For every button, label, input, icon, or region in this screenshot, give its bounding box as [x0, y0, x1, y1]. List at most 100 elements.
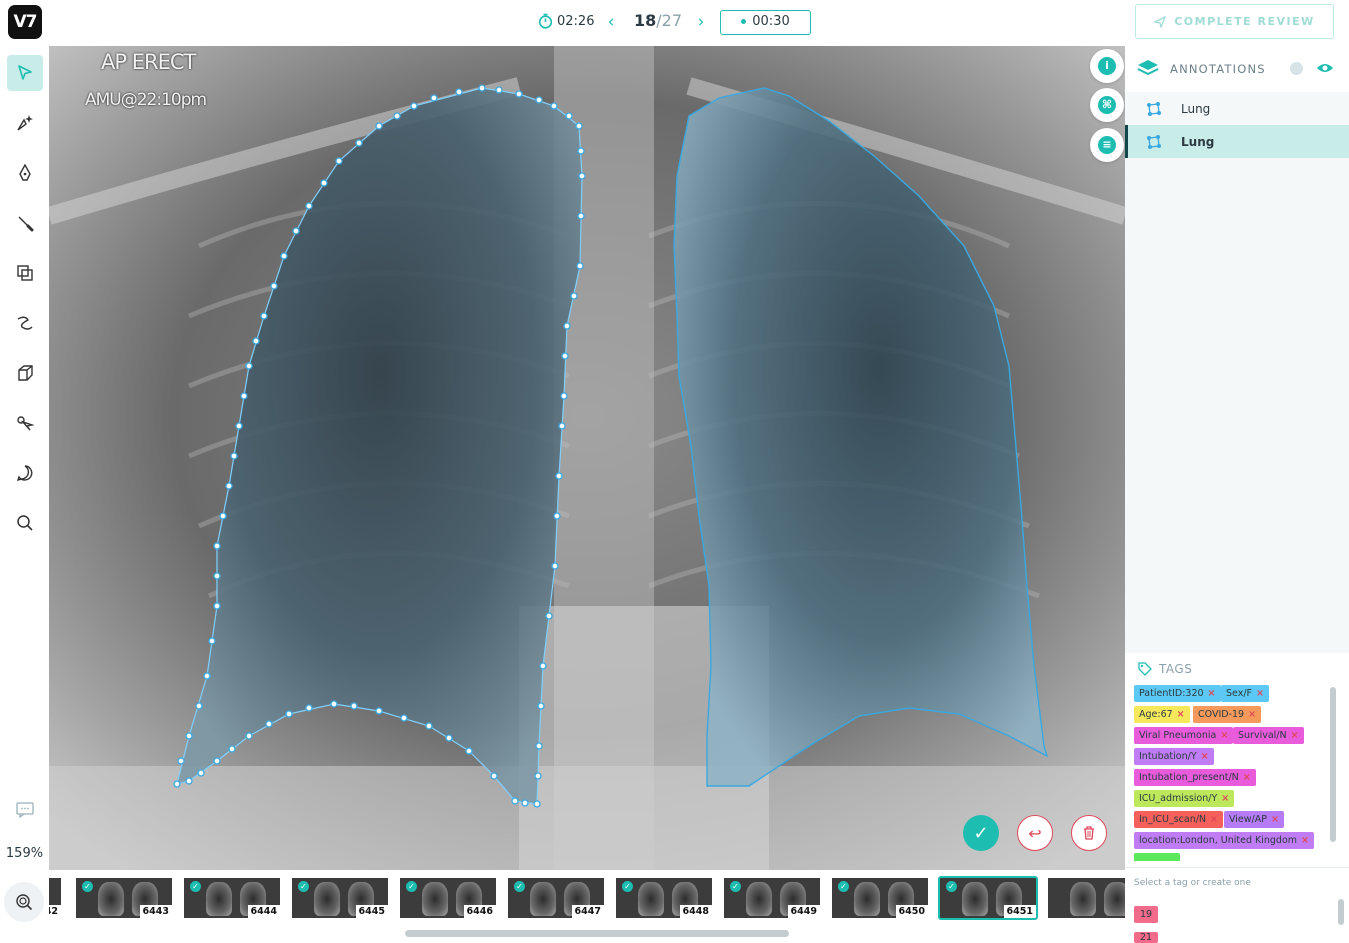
chat-icon [16, 802, 34, 818]
thumbnail-image [962, 882, 988, 916]
elapsed-time: 02:26 [557, 13, 595, 29]
status-dot[interactable] [1290, 62, 1303, 75]
annotations-panel: ANNOTATIONS Lung Lung TAGS PatientID:320… [1125, 46, 1349, 943]
eye-icon[interactable] [1316, 62, 1334, 74]
remove-tag-icon[interactable]: × [1210, 814, 1218, 825]
ellipse-tool[interactable] [7, 455, 43, 491]
tag-chip[interactable]: Age:67 × [1134, 706, 1190, 723]
annotation-item[interactable]: Lung [1125, 92, 1349, 125]
tag-label: Viral Pneumonia [1139, 730, 1217, 741]
thumbnail[interactable]: ✓ 6446 [400, 878, 496, 918]
thumbnail-number: 6449 [787, 905, 820, 918]
remove-tag-icon[interactable]: × [1220, 730, 1228, 741]
brush-tool[interactable] [7, 205, 43, 241]
reject-button[interactable]: ↩ [1017, 815, 1053, 851]
tag-chip-partial[interactable] [1134, 853, 1180, 861]
countdown-time: 00:30 [752, 14, 790, 29]
thumbnail[interactable]: ✓ 6449 [724, 878, 820, 918]
annotation-item-selected[interactable]: Lung [1125, 125, 1349, 158]
tag-chip[interactable]: View/AP × [1224, 811, 1284, 828]
tag-label: Sex/F [1226, 688, 1252, 699]
tag-chip[interactable]: Sex/F × [1221, 685, 1269, 702]
tag-chip[interactable]: COVID-19 × [1193, 706, 1262, 723]
done-check-icon: ✓ [82, 881, 93, 892]
thumbnail[interactable]: ✓ 6444 [184, 878, 280, 918]
next-image-button[interactable]: › [693, 12, 709, 32]
zoom-fit-button[interactable] [4, 882, 44, 922]
tag-chip[interactable]: ICU_admission/Y × [1134, 790, 1235, 807]
send-icon [1154, 15, 1167, 28]
complete-review-button[interactable]: COMPLETE REVIEW [1135, 4, 1334, 39]
comments-button[interactable] [7, 792, 43, 828]
done-check-icon: ✓ [406, 881, 417, 892]
tag-list: PatientID:320 × Sex/F × Age:67 × COVID-19 × … [1134, 685, 1326, 861]
tag-label: View/AP [1229, 814, 1267, 825]
thumbnail-selected[interactable]: ✓ 6451 [938, 876, 1038, 920]
keypoint-tool[interactable] [7, 405, 43, 441]
tag-label: ICU_admission/Y [1139, 793, 1218, 804]
shortcuts-panel-button[interactable]: ⌘ [1090, 88, 1124, 122]
command-icon: ⌘ [1098, 96, 1116, 114]
tag-suggestion[interactable]: 21 [1134, 932, 1159, 943]
tag-label: Intubation_present/N [1139, 772, 1239, 783]
remove-tag-icon[interactable]: × [1291, 730, 1299, 741]
tag-chip[interactable]: location:London, United Kingdom × [1134, 832, 1314, 849]
stopwatch-icon [538, 13, 553, 29]
remove-tag-icon[interactable]: × [1177, 709, 1185, 720]
remove-tag-icon[interactable]: × [1271, 814, 1279, 825]
remove-tag-icon[interactable]: × [1243, 772, 1251, 783]
remove-tag-icon[interactable]: × [1208, 688, 1216, 699]
tag-chip[interactable]: Survival/N × [1233, 727, 1304, 744]
done-check-icon: ✓ [622, 881, 633, 892]
polyline-tool[interactable] [7, 305, 43, 341]
remove-tag-icon[interactable]: × [1301, 835, 1309, 846]
tags-scrollbar[interactable] [1330, 687, 1336, 842]
delete-button[interactable] [1071, 815, 1107, 851]
settings-panel-button[interactable]: ≡ [1090, 128, 1124, 162]
search-icon [17, 515, 33, 531]
auto-annotate-tool[interactable] [7, 105, 43, 141]
remove-tag-icon[interactable]: × [1201, 751, 1209, 762]
cuboid-tool[interactable] [7, 355, 43, 391]
thumbnail[interactable]: ✓ 6445 [292, 878, 388, 918]
tags-header: TAGS [1138, 662, 1192, 676]
tags-title: TAGS [1159, 662, 1193, 676]
suggestions-scrollbar[interactable] [1338, 899, 1344, 925]
brush-icon [18, 216, 34, 232]
tag-chip[interactable]: Viral Pneumonia × [1134, 727, 1234, 744]
check-icon: ✓ [973, 822, 989, 844]
accept-button[interactable]: ✓ [963, 815, 999, 851]
bounding-box-tool[interactable] [7, 255, 43, 291]
thumbnail[interactable]: ✓ 6443 [76, 878, 172, 918]
tag-search-input[interactable]: Select a tag or create one [1134, 878, 1251, 888]
elapsed-timer: 02:26 [538, 13, 594, 29]
thumbnail[interactable] [1048, 878, 1125, 918]
info-panel-button[interactable]: i [1090, 49, 1124, 83]
countdown-dot [741, 19, 747, 24]
tag-chip[interactable]: Intubation_present/N × [1134, 769, 1256, 786]
filmstrip-scrollbar[interactable] [405, 930, 789, 937]
thumbnail[interactable]: ✓ 6447 [508, 878, 604, 918]
polygon-tool[interactable] [7, 155, 43, 191]
thumbnail-image [854, 882, 880, 916]
image-canvas[interactable]: AP ERECT AMU@22:10pm i ⌘ ≡ ✓ ↩ [49, 46, 1125, 870]
zoom-tool[interactable] [7, 505, 43, 541]
polygon-icon [1147, 135, 1161, 149]
tag-suggestion[interactable]: 19 [1134, 906, 1159, 923]
previous-image-button[interactable]: ‹ [603, 12, 619, 32]
thumbnail[interactable]: ✓6442 [49, 878, 61, 918]
tag-chip[interactable]: PatientID:320 × [1134, 685, 1221, 702]
v7-logo[interactable]: V7 [8, 5, 42, 39]
select-tool[interactable] [7, 55, 43, 91]
remove-tag-icon[interactable]: × [1221, 793, 1229, 804]
thumbnail[interactable]: ✓ 6448 [616, 878, 712, 918]
remove-tag-icon[interactable]: × [1256, 688, 1264, 699]
tag-chip[interactable]: Intubation/Y × [1134, 748, 1214, 765]
filmstrip: ⌄ ✓6442 ✓6443 ✓6444 ✓6445 ✓6446 ✓6447 ✓6… [49, 870, 1125, 943]
divider [1125, 867, 1349, 868]
thumbnail[interactable]: ✓ 6450 [832, 878, 928, 918]
remove-tag-icon[interactable]: × [1248, 709, 1256, 720]
tag-chip[interactable]: In_ICU_scan/N × [1134, 811, 1224, 828]
keypoint-icon [17, 416, 35, 431]
collapse-filmstrip-button[interactable]: ⌄ [543, 870, 629, 871]
